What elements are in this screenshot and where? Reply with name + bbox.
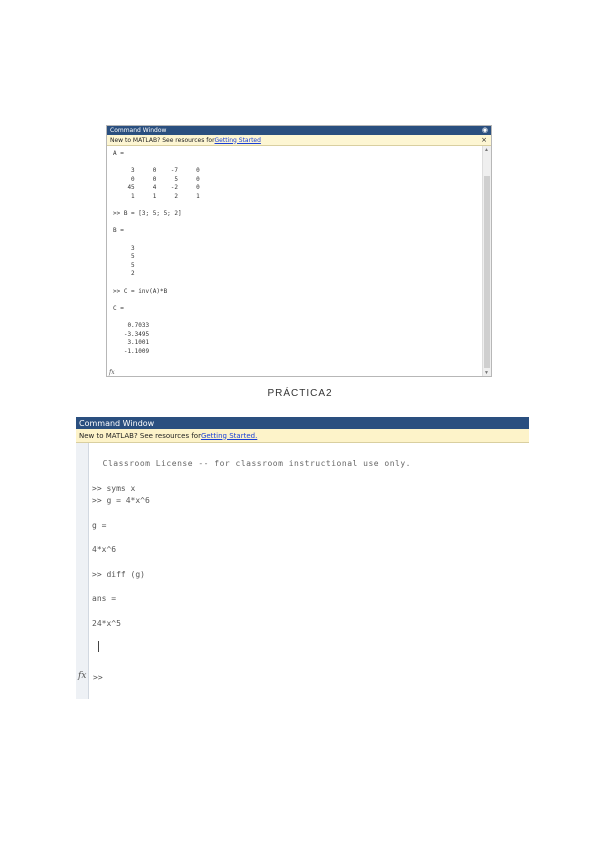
window-title: Command Window: [79, 418, 155, 428]
scroll-down-icon[interactable]: ▼: [484, 370, 489, 376]
getting-started-notice: New to MATLAB? See resources for Getting…: [107, 135, 491, 146]
command-window-title-bar: Command Window: [76, 417, 529, 429]
notice-text: New to MATLAB? See resources for: [79, 431, 201, 440]
command-line: 5: [113, 253, 135, 261]
command-line: >> B = [3; 5; 5; 2]: [113, 210, 182, 218]
command-line: C =: [113, 304, 124, 312]
command-output[interactable]: A = 3 0 -7 0 0 0 5 0 45 4 -2 0 1 1 2 1 >>…: [107, 146, 491, 376]
command-window-2: Command Window New to MATLAB? See resour…: [76, 417, 529, 699]
command-line: 3.1001: [113, 339, 150, 347]
command-line: 0.7033: [113, 322, 150, 329]
command-line: 4*x^6: [92, 545, 117, 555]
command-line: >> syms x: [92, 483, 136, 493]
command-line: 3 0 -7 0: [113, 167, 200, 175]
window-title: Command Window: [110, 127, 167, 134]
command-line: -3.3495: [113, 330, 150, 338]
section-caption: PRÁCTICA2: [267, 388, 333, 399]
command-line: >> C = inv(A)*B: [113, 287, 168, 295]
command-window-1: Command Window ◉ New to MATLAB? See reso…: [106, 125, 492, 377]
command-line: 3: [113, 244, 135, 252]
command-line: 1 1 2 1: [113, 193, 200, 200]
license-banner: Classroom License -- for classroom instr…: [92, 459, 411, 468]
notice-text: New to MATLAB? See resources for: [110, 136, 215, 144]
getting-started-link[interactable]: Getting Started: [215, 137, 261, 144]
text-cursor: [98, 641, 99, 652]
command-line: ans =: [92, 594, 117, 604]
scrollbar-thumb[interactable]: [484, 176, 490, 368]
getting-started-notice: New to MATLAB? See resources for Getting…: [76, 429, 529, 443]
command-line: A =: [113, 150, 124, 157]
command-prompt[interactable]: >>: [93, 673, 103, 682]
command-line: 0 0 5 0: [113, 175, 200, 183]
command-line: 45 4 -2 0: [113, 184, 200, 192]
window-action-icon[interactable]: ◉: [482, 126, 488, 134]
command-line: 24*x^5: [92, 618, 121, 628]
command-line: 2: [113, 270, 135, 278]
command-gutter: [76, 443, 89, 699]
command-line: g =: [92, 520, 107, 530]
command-line: >> diff (g): [92, 569, 145, 579]
command-line: -1.1009: [113, 347, 150, 355]
command-line: >> g = 4*x^6: [92, 495, 150, 505]
command-line: B =: [113, 227, 124, 235]
function-browser-icon[interactable]: fx: [109, 369, 115, 376]
command-window-title-bar: Command Window ◉: [107, 126, 491, 135]
close-notice-icon[interactable]: ×: [481, 136, 487, 144]
getting-started-link[interactable]: Getting Started.: [201, 432, 257, 440]
command-line: 5: [113, 261, 135, 269]
scroll-up-icon[interactable]: ▲: [484, 147, 489, 153]
vertical-scrollbar[interactable]: ▲ ▼: [482, 146, 491, 376]
function-browser-icon[interactable]: fx: [78, 671, 86, 681]
command-output[interactable]: fx >> Classroom License -- for classroom…: [76, 443, 529, 699]
